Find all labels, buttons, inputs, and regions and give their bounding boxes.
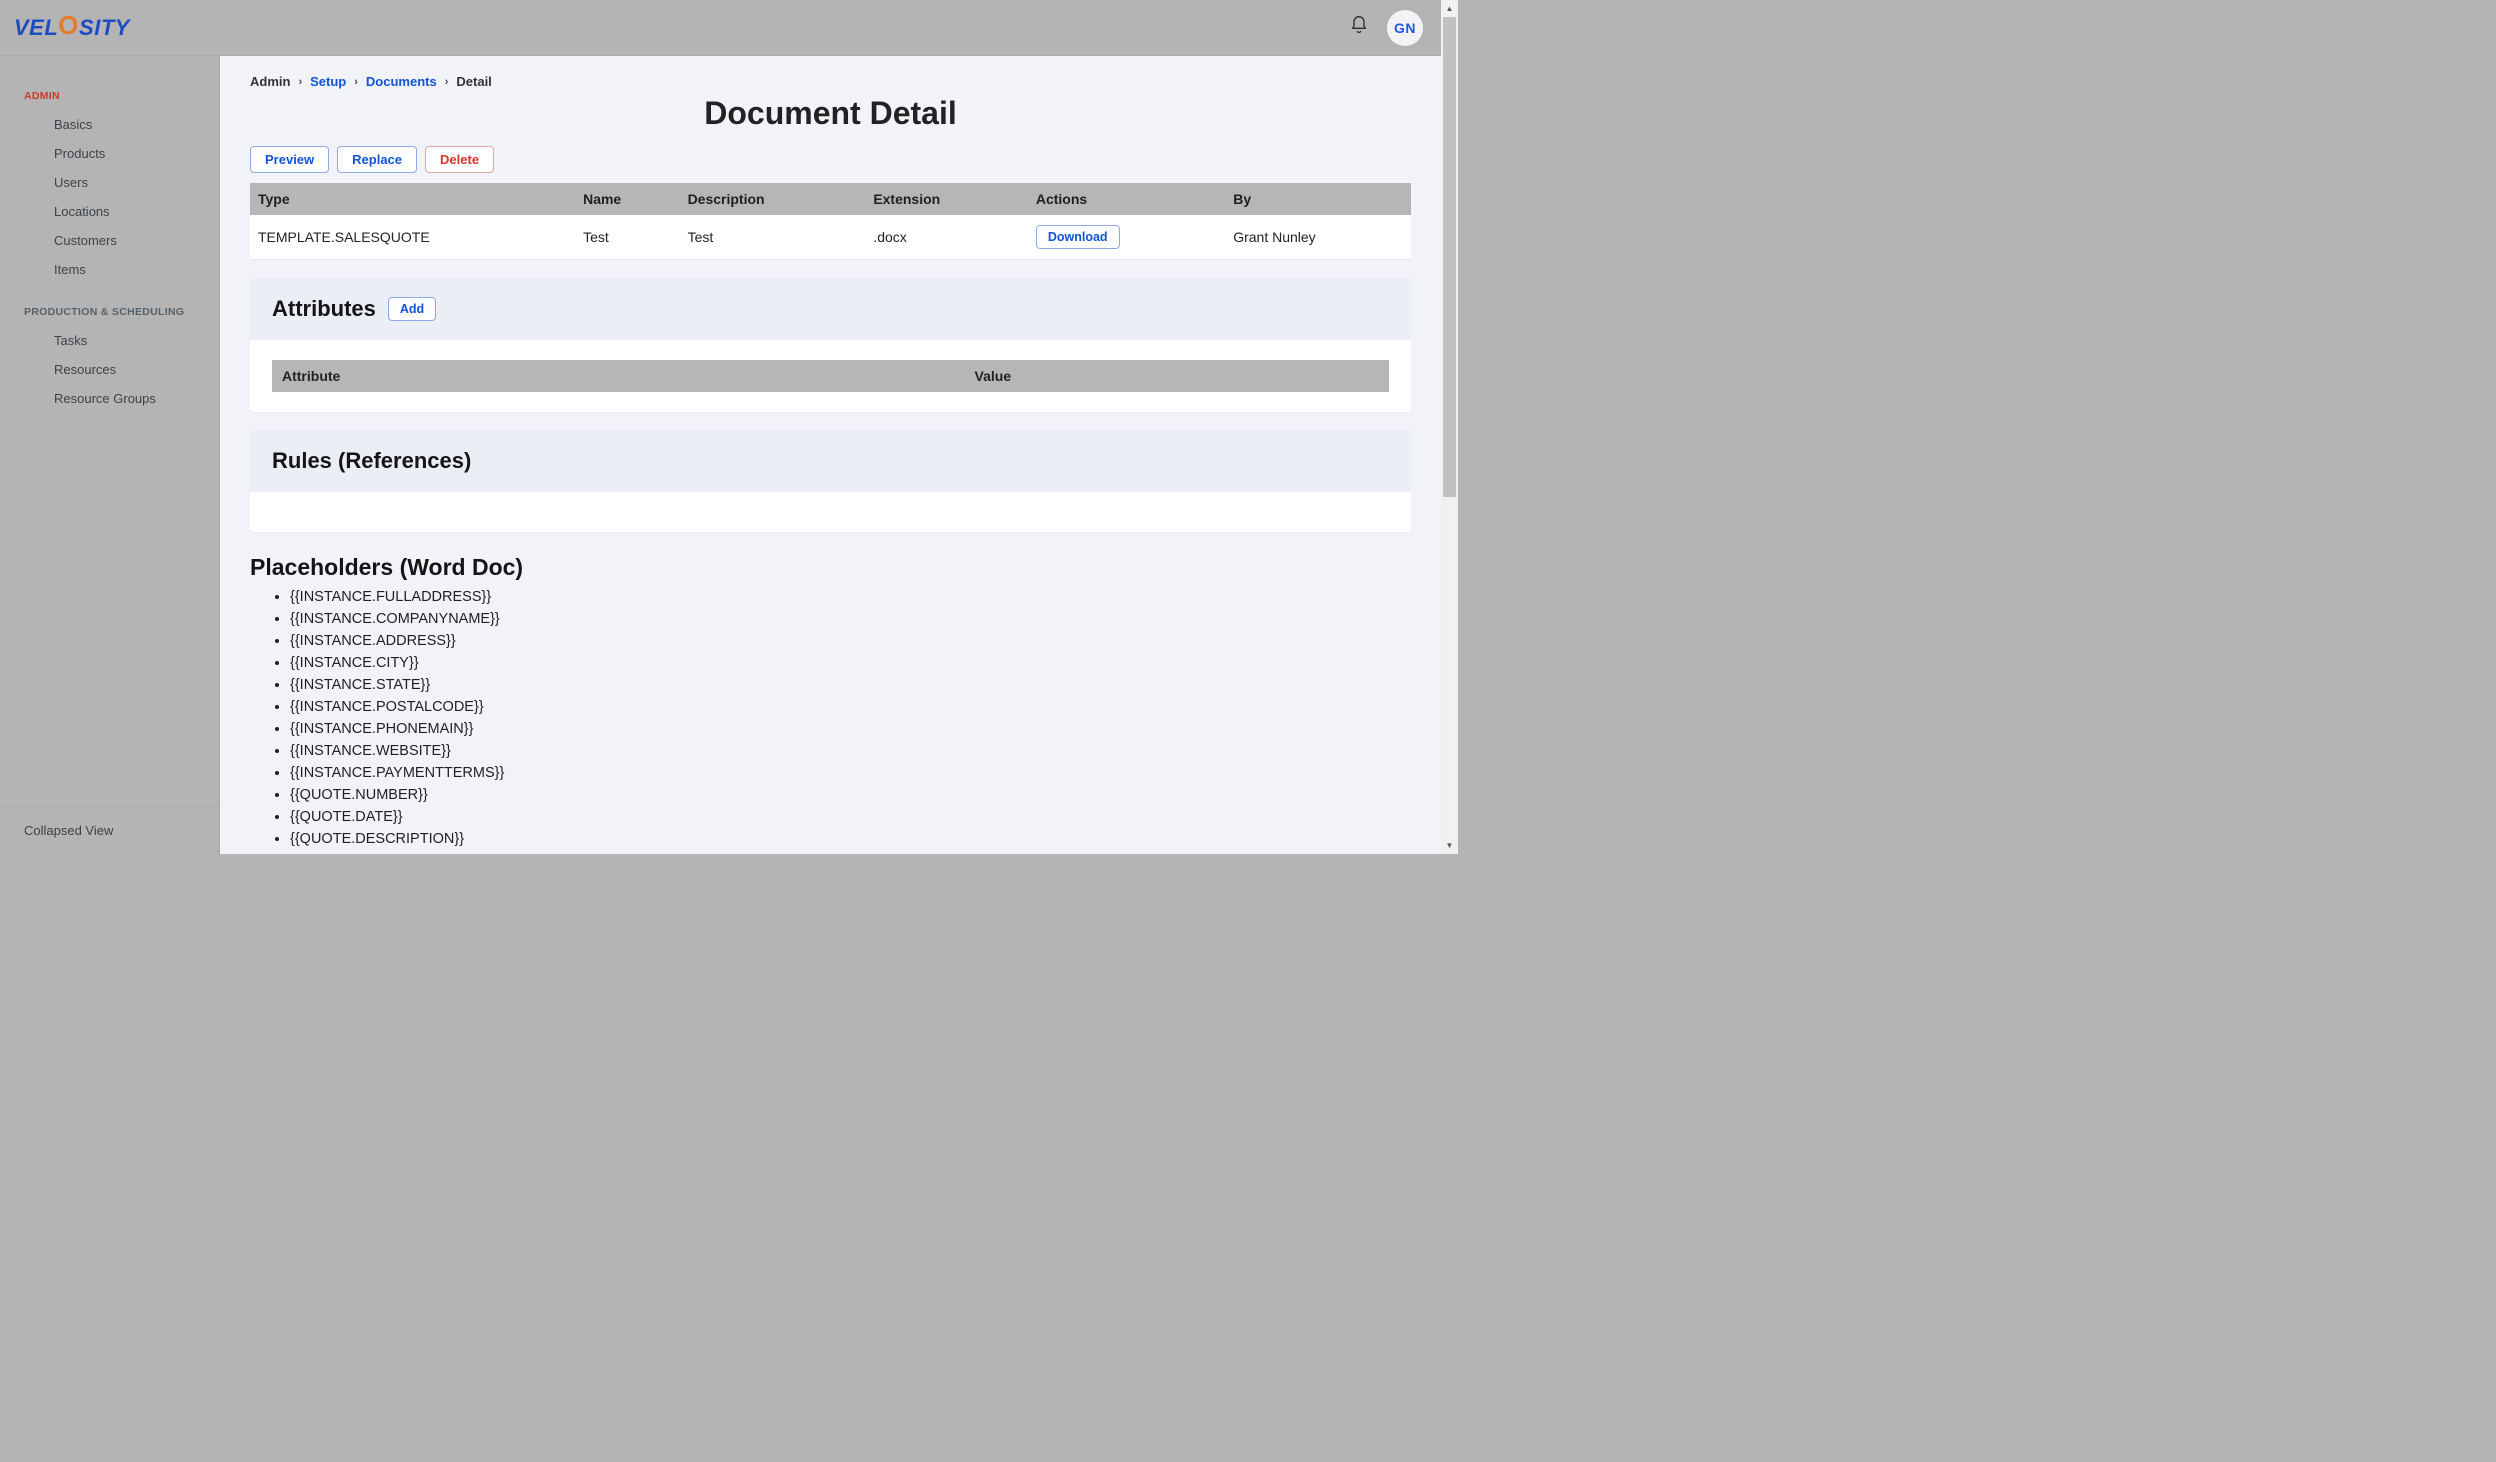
- placeholder-item: {{INSTANCE.PHONEMAIN}}: [290, 719, 1411, 740]
- replace-button[interactable]: Replace: [337, 146, 417, 173]
- sidebar-section-label: PRODUCTION & SCHEDULING: [0, 300, 219, 324]
- cell-name: Test: [575, 215, 679, 260]
- app-logo[interactable]: VELOSITY: [14, 12, 130, 43]
- col-description: Description: [680, 183, 866, 215]
- breadcrumb-link[interactable]: Setup: [310, 74, 346, 89]
- attributes-table-head-row: Attribute Value: [272, 360, 1389, 392]
- sidebar-item[interactable]: Users: [0, 168, 219, 197]
- sidebar-section-items: TasksResourcesResource Groups: [0, 324, 219, 429]
- placeholder-item: {{INSTANCE.ADDRESS}}: [290, 631, 1411, 652]
- placeholder-item: {{INSTANCE.FULLADDRESS}}: [290, 587, 1411, 608]
- placeholder-item: {{INSTANCE.CITY}}: [290, 653, 1411, 674]
- document-table-row: TEMPLATE.SALESQUOTE Test Test .docx Down…: [250, 215, 1411, 260]
- sidebar-item[interactable]: Resource Groups: [0, 384, 219, 413]
- topbar: VELOSITY GN: [0, 0, 1441, 56]
- chevron-right-icon: ›: [298, 76, 302, 88]
- logo-text-pre: VEL: [14, 15, 58, 41]
- sidebar-item[interactable]: Items: [0, 255, 219, 284]
- cell-by: Grant Nunley: [1225, 215, 1411, 260]
- chevron-right-icon: ›: [354, 76, 358, 88]
- add-attribute-button[interactable]: Add: [388, 297, 436, 321]
- app-shell: VELOSITY GN ADMINBasicsProductsUsersLoca…: [0, 0, 1458, 854]
- cell-actions: Download: [1028, 215, 1225, 260]
- user-avatar[interactable]: GN: [1387, 10, 1423, 46]
- col-attribute: Attribute: [272, 360, 965, 392]
- sidebar: ADMINBasicsProductsUsersLocationsCustome…: [0, 56, 220, 854]
- cell-description: Test: [680, 215, 866, 260]
- breadcrumb-text: Admin: [250, 74, 290, 89]
- sidebar-item[interactable]: Locations: [0, 197, 219, 226]
- attributes-table: Attribute Value: [272, 360, 1389, 392]
- cell-extension: .docx: [865, 215, 1028, 260]
- placeholder-item: {{QUOTE.NUMBER}}: [290, 785, 1411, 806]
- col-by: By: [1225, 183, 1411, 215]
- scroll-down-arrow-icon[interactable]: ▼: [1441, 837, 1458, 854]
- attributes-title: Attributes: [272, 296, 376, 322]
- breadcrumbs: Admin › Setup › Documents › Detail: [250, 74, 1411, 89]
- placeholder-item: {{INSTANCE.COMPANYNAME}}: [290, 609, 1411, 630]
- sidebar-item[interactable]: Tasks: [0, 326, 219, 355]
- breadcrumb-link[interactable]: Documents: [366, 74, 437, 89]
- download-button[interactable]: Download: [1036, 225, 1120, 249]
- col-type: Type: [250, 183, 575, 215]
- logo-swirl-icon: O: [58, 10, 79, 41]
- placeholder-item: {{INSTANCE.POSTALCODE}}: [290, 697, 1411, 718]
- rules-title: Rules (References): [272, 448, 471, 474]
- placeholder-item: {{QUOTE.DATE}}: [290, 807, 1411, 828]
- user-avatar-initials: GN: [1394, 20, 1416, 36]
- document-table: Type Name Description Extension Actions …: [250, 183, 1411, 260]
- notifications-bell-icon[interactable]: [1349, 15, 1369, 40]
- sidebar-item[interactable]: Products: [0, 139, 219, 168]
- sidebar-scroll: ADMINBasicsProductsUsersLocationsCustome…: [0, 56, 219, 806]
- scroll-thumb[interactable]: [1443, 17, 1456, 497]
- placeholder-item: {{INSTANCE.PAYMENTTERMS}}: [290, 763, 1411, 784]
- main-content: Admin › Setup › Documents › Detail Document De…: [220, 56, 1441, 854]
- col-actions: Actions: [1028, 183, 1225, 215]
- document-table-head-row: Type Name Description Extension Actions …: [250, 183, 1411, 215]
- page-scrollbar[interactable]: ▲ ▼: [1441, 0, 1458, 854]
- col-value: Value: [965, 360, 1389, 392]
- sidebar-item[interactable]: Basics: [0, 110, 219, 139]
- logo-text-post: SITY: [79, 15, 130, 41]
- col-extension: Extension: [865, 183, 1028, 215]
- action-row: Preview Replace Delete: [250, 146, 1411, 173]
- sidebar-item[interactable]: Resources: [0, 355, 219, 384]
- breadcrumb-text: Detail: [456, 74, 491, 89]
- placeholders-list: {{INSTANCE.FULLADDRESS}}{{INSTANCE.COMPA…: [250, 587, 1411, 850]
- sidebar-item[interactable]: Customers: [0, 226, 219, 255]
- preview-button[interactable]: Preview: [250, 146, 329, 173]
- sidebar-section-label: ADMIN: [0, 84, 219, 108]
- attributes-card: Attributes Add Attribute Value: [250, 278, 1411, 412]
- placeholders-title: Placeholders (Word Doc): [250, 554, 1411, 581]
- cell-type: TEMPLATE.SALESQUOTE: [250, 215, 575, 260]
- placeholder-item: {{INSTANCE.WEBSITE}}: [290, 741, 1411, 762]
- placeholder-item: {{INSTANCE.STATE}}: [290, 675, 1411, 696]
- page-title: Document Detail: [250, 95, 1411, 132]
- rules-card: Rules (References): [250, 430, 1411, 532]
- chevron-right-icon: ›: [445, 76, 449, 88]
- col-name: Name: [575, 183, 679, 215]
- sidebar-section-items: BasicsProductsUsersLocationsCustomersIte…: [0, 108, 219, 300]
- placeholder-item: {{QUOTE.DESCRIPTION}}: [290, 829, 1411, 850]
- scroll-up-arrow-icon[interactable]: ▲: [1441, 0, 1458, 17]
- scroll-track[interactable]: [1441, 17, 1458, 837]
- sidebar-collapse-toggle[interactable]: Collapsed View: [0, 806, 219, 854]
- delete-button[interactable]: Delete: [425, 146, 494, 173]
